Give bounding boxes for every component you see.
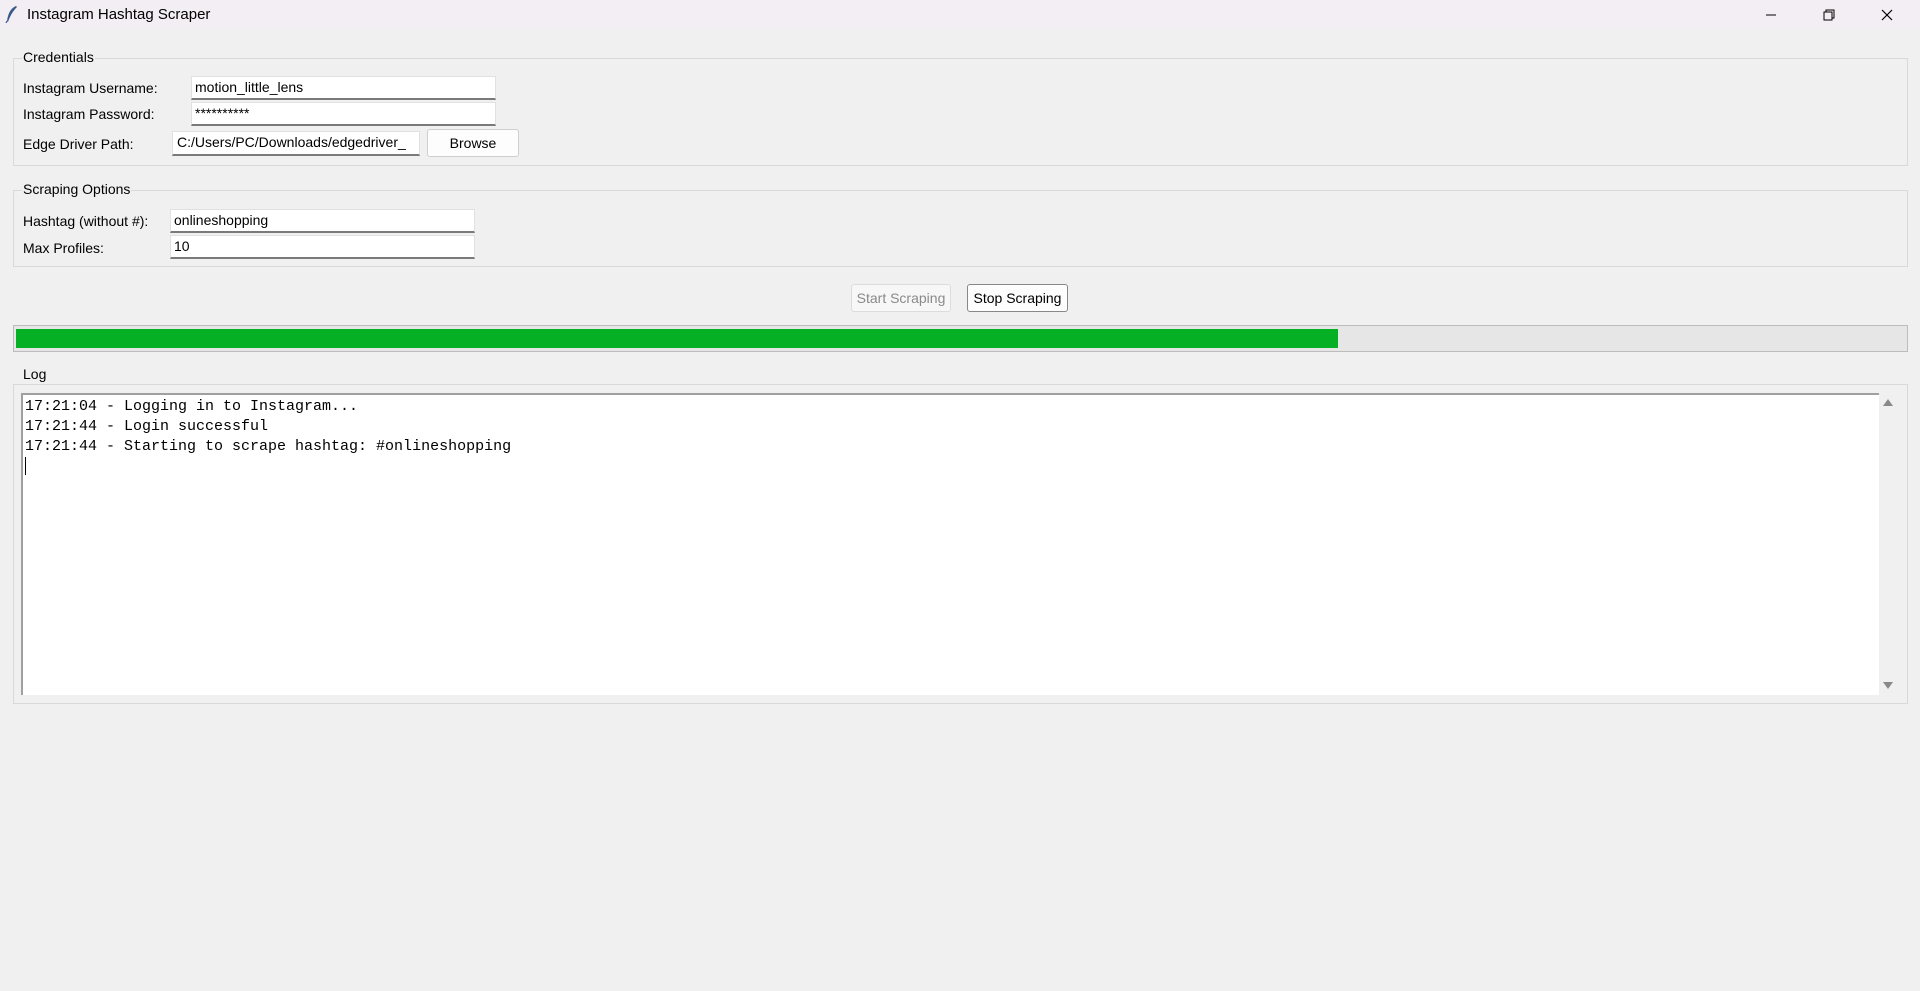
log-line: 17:21:04 - Logging in to Instagram... <box>25 398 359 415</box>
restore-button[interactable] <box>1800 0 1858 29</box>
progress-fill <box>16 329 1338 348</box>
log-line: 17:21:44 - Login successful <box>25 418 269 435</box>
password-label: Instagram Password: <box>23 106 155 122</box>
scroll-down-icon[interactable] <box>1883 682 1893 689</box>
max-profiles-label: Max Profiles: <box>23 240 104 256</box>
title-bar: Instagram Hashtag Scraper <box>0 0 1920 29</box>
log-scrollbar[interactable] <box>1879 393 1896 695</box>
log-line: 17:21:44 - Starting to scrape hashtag: #… <box>25 438 512 455</box>
log-textarea[interactable]: 17:21:04 - Logging in to Instagram... 17:… <box>21 393 1879 695</box>
restore-icon <box>1823 9 1835 20</box>
username-label: Instagram Username: <box>23 80 158 96</box>
username-input[interactable]: motion_little_lens <box>191 76 496 100</box>
start-scraping-button[interactable]: Start Scraping <box>851 284 951 312</box>
hashtag-label: Hashtag (without #): <box>23 213 149 229</box>
close-icon <box>1881 9 1893 20</box>
text-cursor <box>25 457 1879 477</box>
progress-bar <box>13 325 1908 352</box>
log-legend: Log <box>22 366 48 382</box>
minimize-icon <box>1766 14 1776 15</box>
scroll-up-icon[interactable] <box>1883 399 1893 406</box>
driver-path-label: Edge Driver Path: <box>23 136 134 152</box>
password-input[interactable]: ********** <box>191 102 496 126</box>
hashtag-input[interactable]: onlineshopping <box>170 209 475 233</box>
window-title: Instagram Hashtag Scraper <box>27 6 211 23</box>
feather-icon <box>5 6 17 23</box>
credentials-legend: Credentials <box>22 49 95 65</box>
browse-button[interactable]: Browse <box>427 129 519 157</box>
options-legend: Scraping Options <box>22 181 132 197</box>
driver-path-input[interactable]: C:/Users/PC/Downloads/edgedriver_ <box>172 131 420 156</box>
stop-scraping-button[interactable]: Stop Scraping <box>967 284 1068 312</box>
close-button[interactable] <box>1858 0 1916 29</box>
minimize-button[interactable] <box>1742 0 1800 29</box>
max-profiles-input[interactable]: 10 <box>170 235 475 259</box>
